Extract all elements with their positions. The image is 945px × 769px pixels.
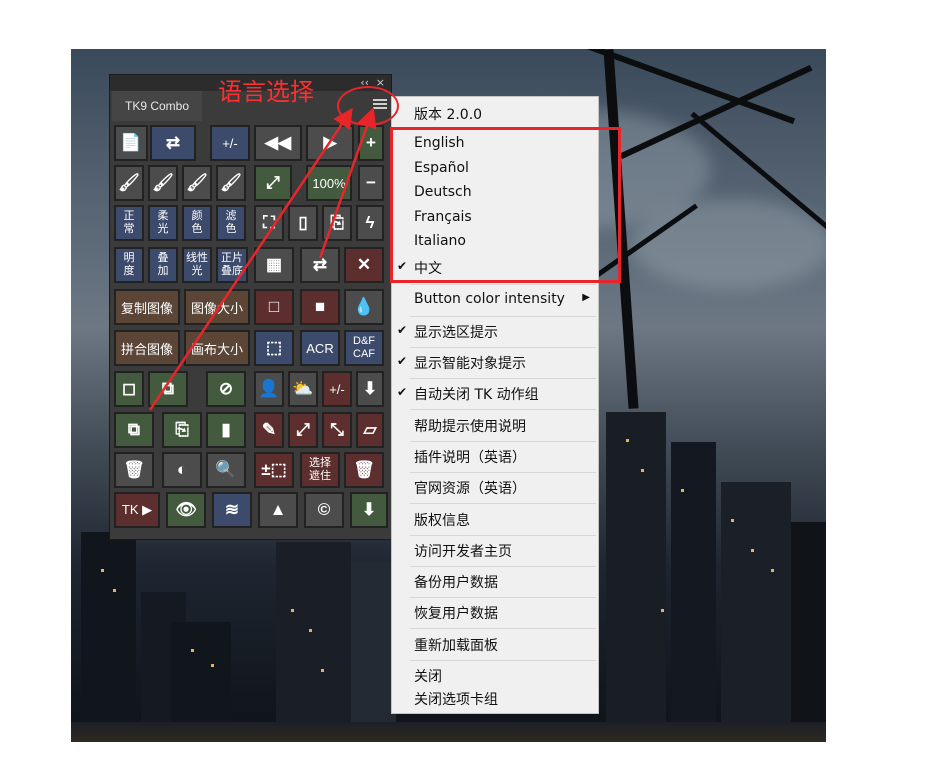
arrow-2 [318,107,377,259]
arrow-1 [148,107,353,411]
annotation-arrows [148,107,377,411]
